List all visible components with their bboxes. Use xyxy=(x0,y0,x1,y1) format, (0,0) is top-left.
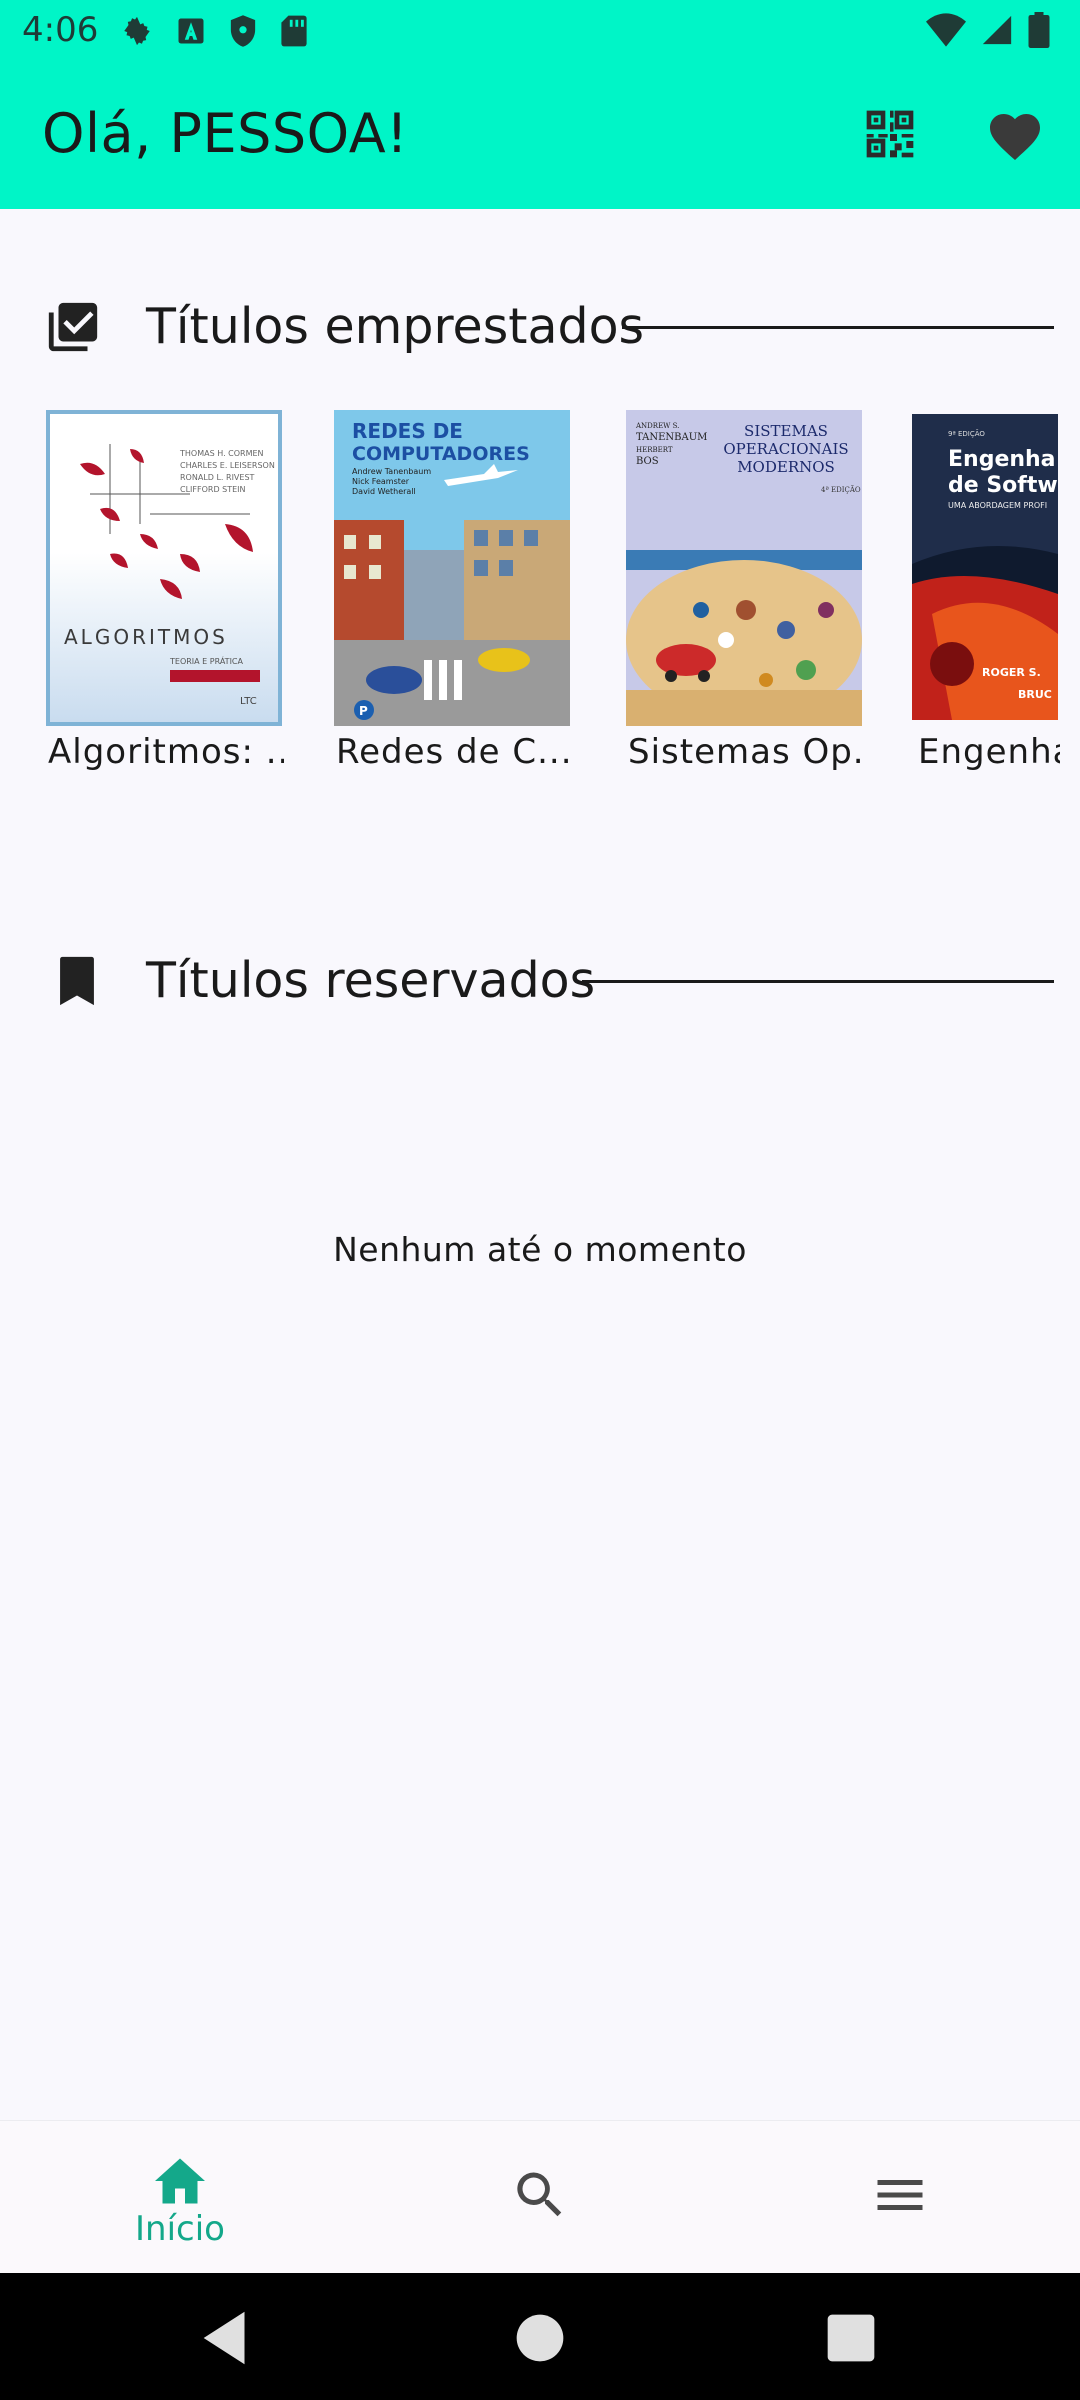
nav-item-search[interactable] xyxy=(360,2121,720,2274)
book-title: Algoritmos: ... xyxy=(48,732,284,772)
book-title: Sistemas Op... xyxy=(628,732,864,772)
book-cover: THOMAS H. CORMEN CHARLES E. LEISERSON RO… xyxy=(46,410,282,726)
book-title: Redes de C... xyxy=(336,732,572,772)
shield-icon xyxy=(230,15,256,47)
menu-icon xyxy=(877,2180,923,2210)
svg-text:CLIFFORD STEIN: CLIFFORD STEIN xyxy=(180,485,246,494)
nav-item-menu[interactable] xyxy=(720,2121,1080,2274)
book-cover: ANDREW S. TANENBAUM HERBERT BOS SISTEMAS… xyxy=(626,410,862,726)
sd-card-icon xyxy=(281,15,307,47)
greeting-title: Olá, PESSOA! xyxy=(42,102,409,165)
favorites-button[interactable] xyxy=(985,106,1045,162)
reserved-section-header: Títulos reservados xyxy=(0,940,1080,1020)
borrowed-section-title: Títulos emprestados xyxy=(146,298,645,355)
reserved-section-title: Títulos reservados xyxy=(146,952,596,1009)
svg-text:CHARLES E. LEISERSON: CHARLES E. LEISERSON xyxy=(180,461,275,470)
svg-text:TEORIA E PRÁTICA: TEORIA E PRÁTICA xyxy=(169,655,244,666)
svg-text:OPERACIONAIS: OPERACIONAIS xyxy=(723,440,848,458)
status-bar: 4:06 xyxy=(0,0,1080,62)
qr-code-icon xyxy=(866,110,914,158)
svg-text:Andrew Tanenbaum: Andrew Tanenbaum xyxy=(352,467,431,476)
svg-text:LTC: LTC xyxy=(240,696,257,707)
svg-text:BRUC: BRUC xyxy=(1018,688,1052,701)
wifi-icon xyxy=(926,13,966,47)
nav-item-home[interactable]: Início xyxy=(0,2121,360,2274)
cover-title: ALGORITMOS xyxy=(64,625,228,649)
book-card[interactable]: 9ª EDIÇÃO Engenha de Softw UMA ABORDAGEM… xyxy=(912,410,1060,790)
text-a-icon xyxy=(178,18,204,44)
borrowed-section-header: Títulos emprestados xyxy=(0,286,1080,366)
svg-text:UMA ABORDAGEM PROFI: UMA ABORDAGEM PROFI xyxy=(948,501,1047,510)
reserved-empty-message: Nenhum até o momento xyxy=(333,1230,747,1269)
divider-line xyxy=(582,980,1054,983)
svg-text:de Softw: de Softw xyxy=(948,473,1058,498)
nav-label-home: Início xyxy=(135,2209,225,2249)
status-right-icons xyxy=(926,12,1050,48)
svg-text:SISTEMAS: SISTEMAS xyxy=(744,422,828,440)
svg-text:THOMAS H. CORMEN: THOMAS H. CORMEN xyxy=(179,449,264,458)
gear-icon xyxy=(124,16,150,46)
borrowed-books-carousel[interactable]: THOMAS H. CORMEN CHARLES E. LEISERSON RO… xyxy=(0,410,1060,790)
home-icon xyxy=(155,2158,205,2204)
library-check-icon xyxy=(48,302,98,352)
cover-art: 9ª EDIÇÃO Engenha de Softw UMA ABORDAGEM… xyxy=(912,414,1058,720)
search-icon xyxy=(517,2172,562,2217)
status-left-icons xyxy=(120,14,308,48)
svg-text:4ª EDIÇÃO: 4ª EDIÇÃO xyxy=(821,485,861,494)
bottom-navigation: Início xyxy=(0,2120,1080,2273)
battery-icon xyxy=(1028,12,1050,48)
svg-text:REDES DE: REDES DE xyxy=(352,419,463,443)
system-navigation-bar xyxy=(0,2273,1080,2400)
divider-line xyxy=(622,326,1054,329)
svg-text:COMPUTADORES: COMPUTADORES xyxy=(352,443,530,465)
svg-text:9ª EDIÇÃO: 9ª EDIÇÃO xyxy=(948,429,985,438)
bookmark-icon xyxy=(60,956,94,1006)
signal-icon xyxy=(982,15,1012,45)
book-cover: 9ª EDIÇÃO Engenha de Softw UMA ABORDAGEM… xyxy=(912,414,1058,720)
svg-text:RONALD L. RIVEST: RONALD L. RIVEST xyxy=(180,473,255,482)
cover-art: REDES DE COMPUTADORES Andrew Tanenbaum N… xyxy=(334,419,570,726)
cover-art: ANDREW S. TANENBAUM HERBERT BOS SISTEMAS… xyxy=(626,410,862,726)
svg-text:David Wetherall: David Wetherall xyxy=(352,487,416,496)
svg-text:ROGER S.: ROGER S. xyxy=(982,666,1041,679)
svg-text:BOS: BOS xyxy=(636,456,659,467)
heart-icon xyxy=(990,114,1040,160)
status-time: 4:06 xyxy=(22,10,99,50)
book-cover: REDES DE COMPUTADORES Andrew Tanenbaum N… xyxy=(334,410,570,726)
app-bar: Olá, PESSOA! xyxy=(0,62,1080,209)
book-title: Engenha xyxy=(918,732,1060,772)
svg-text:Nick Feamster: Nick Feamster xyxy=(352,477,410,486)
svg-text:TANENBAUM: TANENBAUM xyxy=(636,432,707,443)
back-icon[interactable] xyxy=(192,2303,262,2373)
svg-text:HERBERT: HERBERT xyxy=(636,446,673,454)
svg-text:MODERNOS: MODERNOS xyxy=(737,458,835,476)
cover-art: THOMAS H. CORMEN CHARLES E. LEISERSON RO… xyxy=(64,444,275,707)
svg-text:P: P xyxy=(359,704,368,718)
recents-icon[interactable] xyxy=(816,2303,886,2373)
book-card[interactable]: REDES DE COMPUTADORES Andrew Tanenbaum N… xyxy=(334,410,574,790)
book-card[interactable]: THOMAS H. CORMEN CHARLES E. LEISERSON RO… xyxy=(46,410,286,790)
home-button-icon[interactable] xyxy=(505,2303,575,2373)
book-card[interactable]: ANDREW S. TANENBAUM HERBERT BOS SISTEMAS… xyxy=(626,410,866,790)
qr-code-button[interactable] xyxy=(862,106,918,162)
svg-text:Engenha: Engenha xyxy=(948,447,1056,472)
svg-text:ANDREW S.: ANDREW S. xyxy=(635,422,679,430)
